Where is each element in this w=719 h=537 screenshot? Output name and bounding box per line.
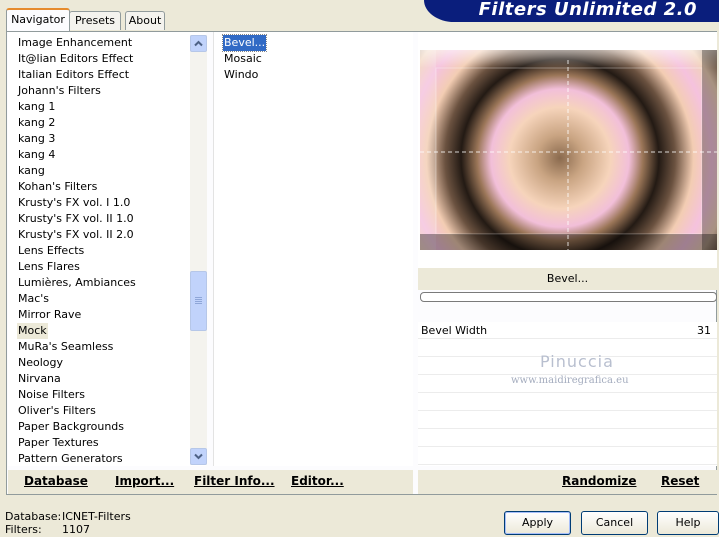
tab-navigator[interactable]: Navigator: [6, 8, 70, 31]
category-item[interactable]: Lens Effects: [17, 243, 85, 259]
category-item[interactable]: kang 1: [17, 99, 56, 115]
category-item[interactable]: kang 4: [17, 147, 56, 163]
cancel-button[interactable]: Cancel: [581, 511, 648, 535]
category-item[interactable]: Krusty's FX vol. II 1.0: [17, 211, 135, 227]
help-button[interactable]: Help: [657, 511, 719, 535]
filter-list[interactable]: Bevel... Mosaic Windo: [213, 32, 413, 466]
scroll-thumb[interactable]: [190, 271, 207, 331]
param-row: [418, 412, 717, 429]
category-item[interactable]: Oliver's Filters: [17, 403, 97, 419]
category-item[interactable]: Kohan's Filters: [17, 179, 98, 195]
category-item[interactable]: Paper Textures: [17, 435, 100, 451]
parameter-grid: Bevel Width 31: [418, 322, 717, 466]
editor-link[interactable]: Editor...: [291, 474, 344, 488]
watermark-url: www.maidiregrafica.eu: [511, 375, 629, 386]
title-banner: Filters Unlimited 2.0: [424, 0, 719, 22]
tab-presets[interactable]: Presets: [69, 11, 121, 30]
filter-info-link[interactable]: Filter Info...: [194, 474, 275, 488]
category-item[interactable]: Krusty's FX vol. I 1.0: [17, 195, 131, 211]
chevron-up-icon: [194, 40, 203, 47]
scroll-up-button[interactable]: [190, 35, 207, 52]
category-item[interactable]: Image Enhancement: [17, 35, 133, 51]
category-item[interactable]: It@lian Editors Effect: [17, 51, 134, 67]
category-list[interactable]: Image Enhancement It@lian Editors Effect I…: [8, 32, 206, 466]
database-label: Database:: [5, 510, 62, 523]
category-item[interactable]: Pattern Generators: [17, 451, 124, 466]
param-row: [418, 394, 717, 411]
param-row: [418, 430, 717, 447]
category-item[interactable]: kang 2: [17, 115, 56, 131]
filters-count-value: 1107: [62, 523, 90, 536]
filters-count-label: Filters:: [5, 523, 42, 536]
preview-graphic: [420, 50, 717, 250]
category-item[interactable]: Mac's: [17, 291, 50, 307]
apply-button[interactable]: Apply: [504, 511, 571, 535]
category-item[interactable]: Paper Backgrounds: [17, 419, 125, 435]
category-item[interactable]: kang: [17, 163, 46, 179]
category-item[interactable]: Mirror Rave: [17, 307, 82, 323]
category-item[interactable]: Johann's Filters: [17, 83, 102, 99]
scroll-down-button[interactable]: [190, 448, 207, 465]
category-item[interactable]: Mock: [17, 323, 48, 339]
chevron-down-icon: [194, 453, 203, 460]
filter-item[interactable]: Windo: [223, 67, 259, 83]
category-item[interactable]: kang 3: [17, 131, 56, 147]
category-item[interactable]: Neology: [17, 355, 64, 371]
param-value[interactable]: 31: [697, 324, 711, 337]
banner-title: Filters Unlimited 2.0: [478, 0, 697, 20]
import-link[interactable]: Import...: [115, 474, 174, 488]
reset-link[interactable]: Reset: [661, 474, 699, 488]
watermark-name: Pinuccia: [540, 352, 614, 371]
category-item[interactable]: Nirvana: [17, 371, 62, 387]
category-item[interactable]: Noise Filters: [17, 387, 86, 403]
category-item[interactable]: Italian Editors Effect: [17, 67, 130, 83]
randomize-link[interactable]: Randomize: [562, 474, 636, 488]
database-link[interactable]: Database: [24, 474, 88, 488]
category-item[interactable]: Lens Flares: [17, 259, 81, 275]
param-label: Bevel Width: [421, 324, 488, 337]
current-filter-label: Bevel...: [418, 268, 717, 290]
tab-about[interactable]: About: [125, 11, 165, 30]
progress-bar: [420, 292, 717, 302]
filter-item[interactable]: Mosaic: [223, 51, 263, 67]
category-item[interactable]: Krusty's FX vol. II 2.0: [17, 227, 135, 243]
category-scrollbar[interactable]: [190, 35, 207, 465]
category-item[interactable]: Lumières, Ambiances: [17, 275, 137, 291]
filter-item[interactable]: Bevel...: [221, 34, 268, 52]
category-item[interactable]: MuRa's Seamless: [17, 339, 114, 355]
preview-image[interactable]: [420, 50, 717, 250]
param-row: [418, 448, 717, 465]
param-row[interactable]: Bevel Width 31: [418, 322, 717, 339]
database-value: ICNET-Filters: [62, 510, 131, 523]
